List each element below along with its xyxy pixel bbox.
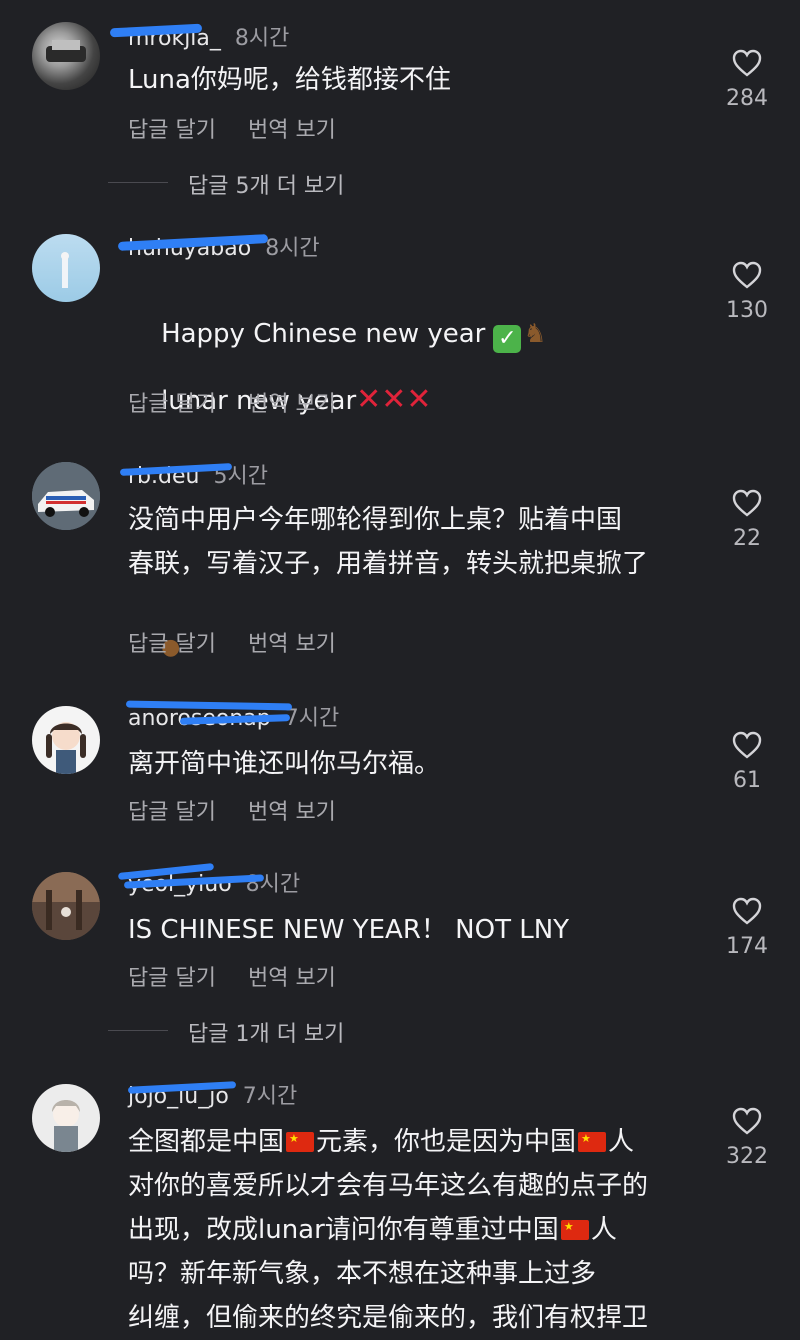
avatar[interactable] <box>32 462 100 530</box>
translate-button[interactable]: 번역 보기 <box>248 392 336 417</box>
text-segment: 元素，你也是因为中国 <box>316 1127 577 1157</box>
like-count: 284 <box>726 86 768 111</box>
like-count: 322 <box>726 1144 768 1169</box>
reply-button[interactable]: 답글 달기 <box>128 392 216 417</box>
heart-icon <box>732 489 762 517</box>
comment-actions: 답글 달기 번역 보기 <box>128 626 368 658</box>
timestamp: 7시간 <box>242 1084 298 1109</box>
china-flag-icon <box>286 1132 315 1152</box>
comment-actions: 답글 달기 번역 보기 <box>128 112 368 144</box>
timestamp: 8시간 <box>234 26 290 51</box>
reply-button[interactable]: 답글 달기 <box>128 800 216 825</box>
china-flag-icon <box>560 1220 589 1240</box>
text-segment: 吗？新年新气象，本不想在这种事上过多 <box>128 1259 597 1289</box>
avatar[interactable] <box>32 1084 100 1152</box>
translate-button[interactable]: 번역 보기 <box>248 632 336 657</box>
heart-icon <box>732 261 762 289</box>
text-segment: 出现，改成lunar请问你有尊重过中国 <box>128 1215 559 1245</box>
divider <box>108 182 168 183</box>
reply-button[interactable]: 답글 달기 <box>128 632 216 657</box>
heart-icon <box>732 731 762 759</box>
like-count: 174 <box>726 934 768 959</box>
comment-header: mrokjia_ 8시간 <box>128 20 289 52</box>
like-button[interactable]: 174 <box>716 896 778 959</box>
view-more-replies-label[interactable]: 답글 1개 더 보기 <box>188 1016 344 1048</box>
china-flag-icon <box>578 1132 607 1152</box>
like-count: 61 <box>733 768 761 793</box>
avatar[interactable] <box>32 872 100 940</box>
reply-button[interactable]: 답글 달기 <box>128 118 216 143</box>
translate-button[interactable]: 번역 보기 <box>248 966 336 991</box>
comment-text: 没简中用户今年哪轮得到你上桌？贴着中国 春联，写着汉子，用着拼音，转头就把桌掀了 <box>128 505 649 579</box>
comment-actions: 답글 달기 번역 보기 <box>128 794 368 826</box>
comment-text: 离开简中谁还叫你马尔福。 <box>128 749 441 779</box>
avatar[interactable] <box>32 22 100 90</box>
like-button[interactable]: 322 <box>716 1106 778 1169</box>
text-segment: 人 <box>590 1215 617 1245</box>
like-button[interactable]: 22 <box>716 488 778 551</box>
text-segment: 人 <box>608 1127 635 1157</box>
view-more-replies-label[interactable]: 답글 5개 더 보기 <box>188 168 344 200</box>
comment-actions: 답글 달기 번역 보기 <box>128 960 368 992</box>
comment-text: IS CHINESE NEW YEAR！ NOT LNY <box>128 915 570 945</box>
heart-icon <box>732 897 762 925</box>
timestamp: 7시간 <box>284 706 340 731</box>
heart-icon <box>732 1107 762 1135</box>
text-segment: 全图都是中国 <box>128 1127 285 1157</box>
comment-text: Luna你妈呢，给钱都接不住 <box>128 65 451 95</box>
translate-button[interactable]: 번역 보기 <box>248 800 336 825</box>
like-button[interactable]: 61 <box>716 730 778 793</box>
divider <box>108 1030 168 1031</box>
like-count: 22 <box>733 526 761 551</box>
like-button[interactable]: 284 <box>716 48 778 111</box>
like-button[interactable]: 130 <box>716 260 778 323</box>
comment-text: 全图都是中国元素，你也是因为中国人对你的喜爱所以才会有马年这么有趣的点子的出现，… <box>128 1120 708 1340</box>
avatar[interactable] <box>32 234 100 302</box>
text-segment: 纠缠，但偷来的终究是偷来的，我们有权捍卫 <box>128 1303 649 1333</box>
avatar[interactable] <box>32 706 100 774</box>
timestamp: 8시간 <box>265 236 320 261</box>
comment-actions: 답글 달기 번역 보기 <box>128 386 368 418</box>
heart-icon <box>732 49 762 77</box>
translate-button[interactable]: 번역 보기 <box>248 118 336 143</box>
like-count: 130 <box>726 298 768 323</box>
reply-button[interactable]: 답글 달기 <box>128 966 216 991</box>
text-segment: 对你的喜爱所以才会有马年这么有趣的点子的 <box>128 1171 649 1201</box>
